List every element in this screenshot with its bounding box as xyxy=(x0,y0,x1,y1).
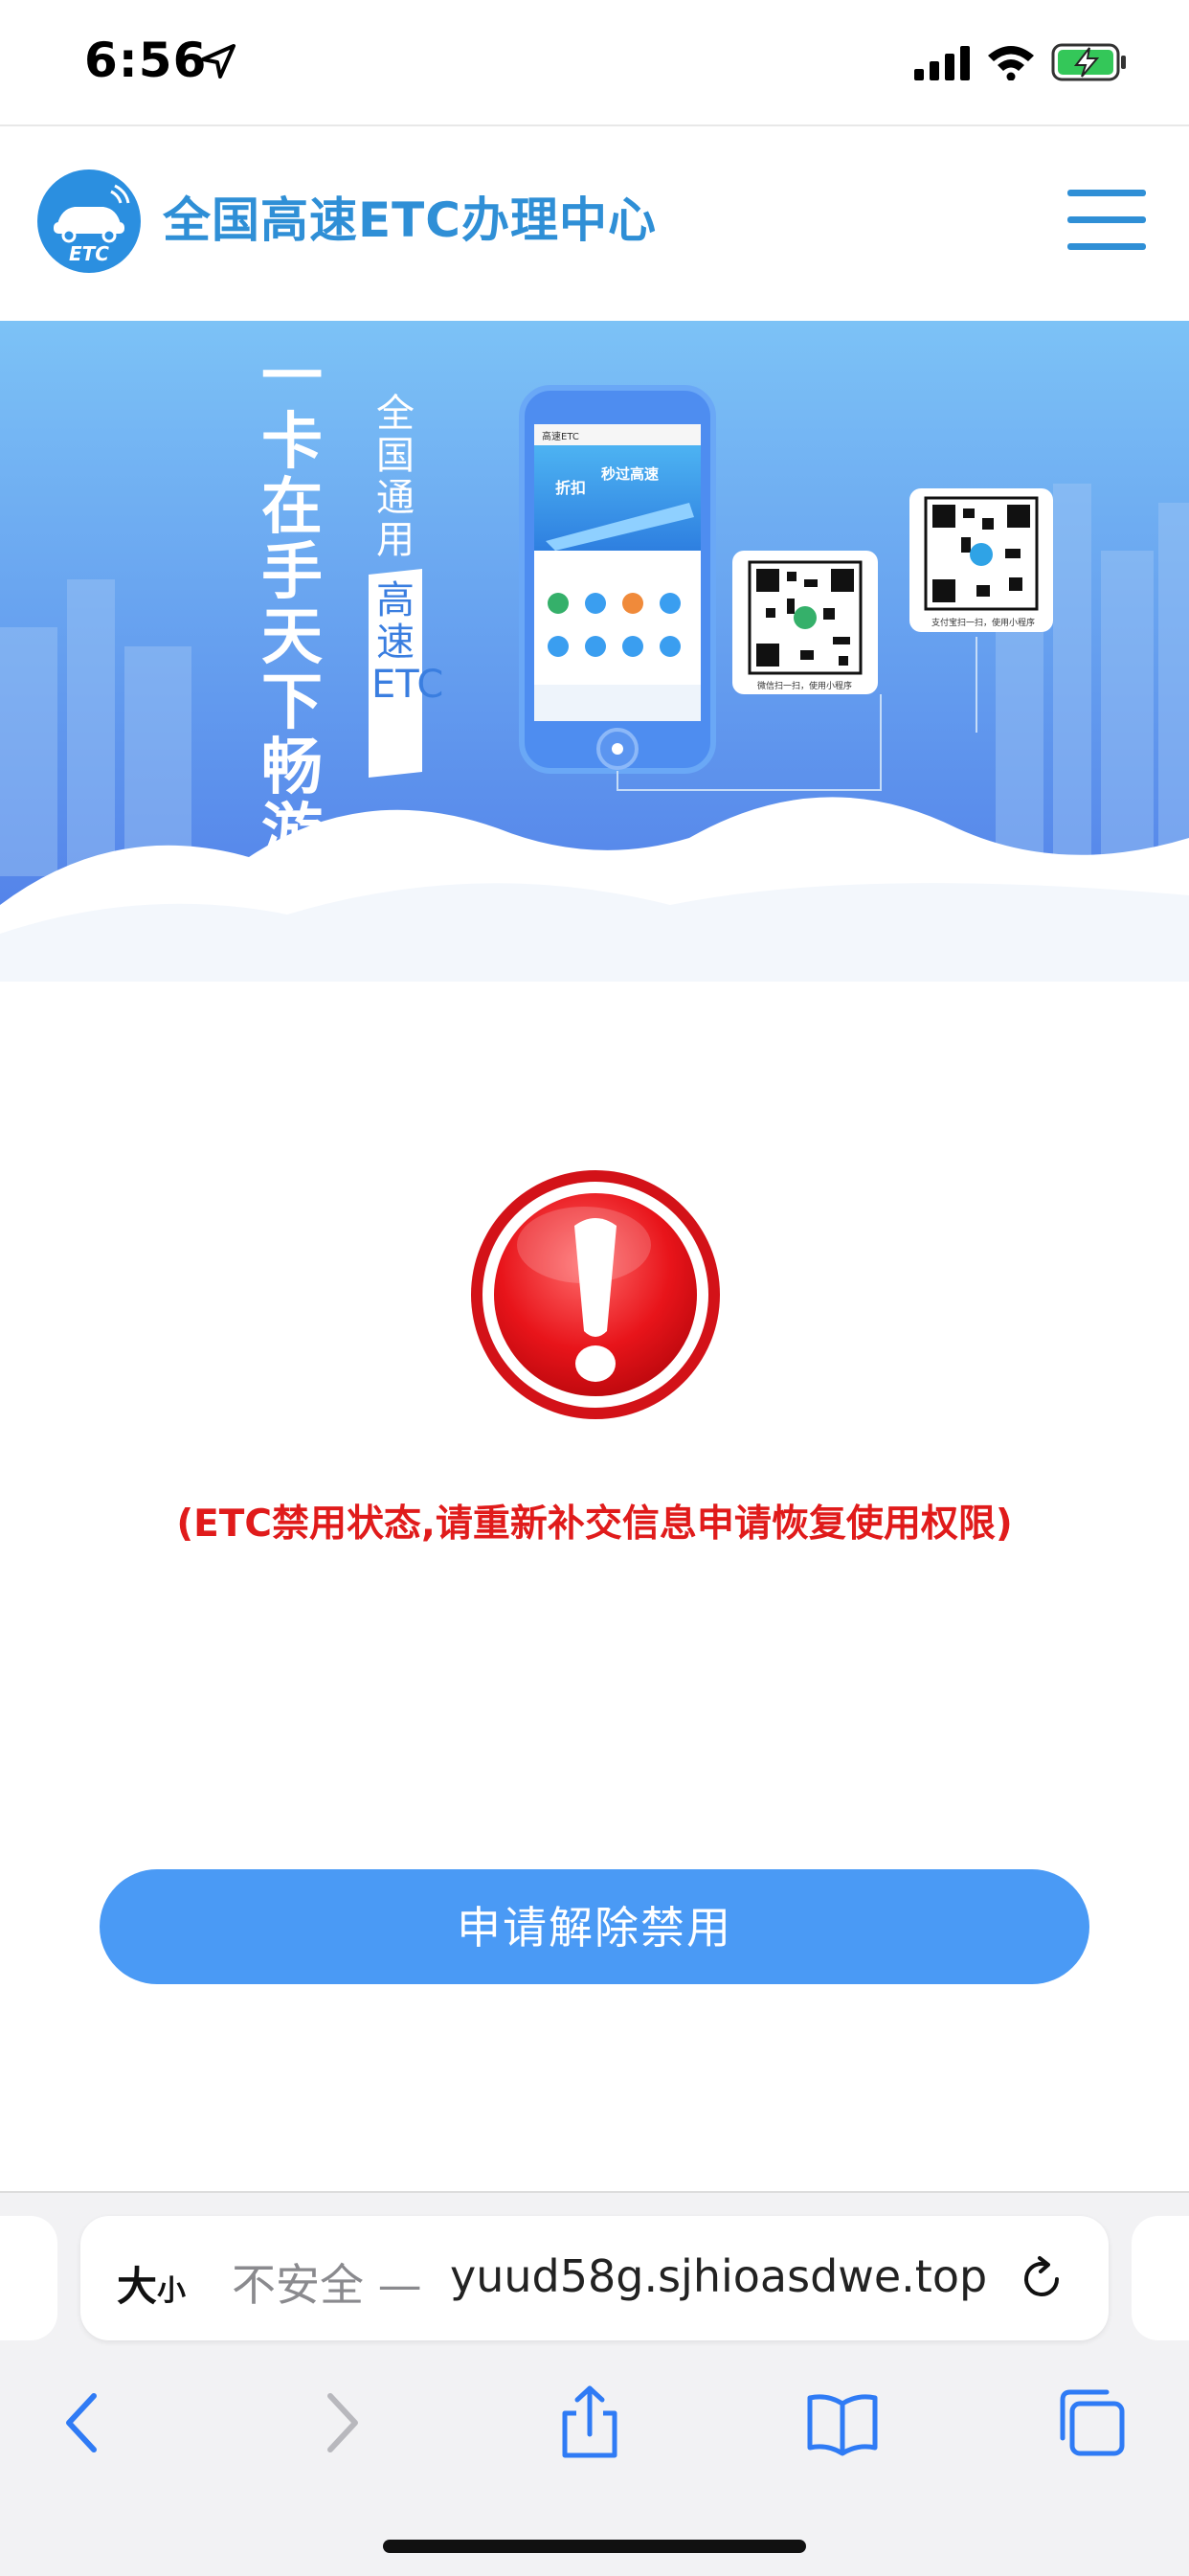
status-time: 6:56 xyxy=(84,33,208,88)
alert-message: (ETC禁用状态,请重新补交信息申请恢复使用权限) xyxy=(176,1503,1013,1546)
logo-text: ETC xyxy=(69,242,109,265)
next-tab-peek[interactable] xyxy=(1132,2216,1189,2340)
request-unban-button[interactable]: 申请解除禁用 xyxy=(100,1869,1089,1984)
banner-slogan-sub-1: 全国通用 xyxy=(376,392,415,562)
qr-card-alipay: 支付宝扫一扫，使用小程序 xyxy=(909,488,1053,632)
cellular-signal-icon xyxy=(914,46,970,80)
address-bar[interactable]: 大小 不安全 — yuud58g.sjhioasdwe.top xyxy=(80,2216,1109,2340)
home-indicator xyxy=(383,2540,806,2553)
text-size-button[interactable]: 大小 xyxy=(117,2254,186,2313)
phone-promo-1: 折扣 xyxy=(555,479,586,497)
tabs-icon[interactable] xyxy=(1053,2384,1130,2461)
forward-icon[interactable] xyxy=(302,2384,378,2461)
location-arrow-icon xyxy=(201,44,236,79)
qr-caption-alipay: 支付宝扫一扫，使用小程序 xyxy=(931,617,1035,628)
etc-logo[interactable]: ETC xyxy=(36,169,142,274)
wifi-icon xyxy=(988,46,1034,80)
phone-app-title: 高速ETC xyxy=(542,430,579,442)
bookmarks-icon[interactable] xyxy=(804,2384,881,2461)
browser-bottom-bar: 大小 不安全 — yuud58g.sjhioasdwe.top xyxy=(0,2191,1189,2576)
site-title[interactable]: 全国高速ETC办理中心 xyxy=(163,182,657,251)
banner-slogan-sub-2: 高速ETC xyxy=(371,578,444,707)
reload-icon[interactable] xyxy=(1017,2254,1066,2304)
qr-caption-wechat: 微信扫一扫，使用小程序 xyxy=(757,680,852,691)
hero-banner: 高速ETC 折扣 秒过高速 微信扫一扫，使用小程序 支付宝扫一扫，使用小程序 一… xyxy=(0,321,1189,982)
phone-promo-2: 秒过高速 xyxy=(601,465,659,483)
share-icon[interactable] xyxy=(551,2384,628,2461)
previous-tab-peek[interactable] xyxy=(0,2216,57,2340)
qr-card-wechat: 微信扫一扫，使用小程序 xyxy=(732,551,878,694)
url-text[interactable]: yuud58g.sjhioasdwe.top xyxy=(450,2250,987,2302)
battery-charging-icon xyxy=(1051,43,1126,81)
not-secure-label: 不安全 — xyxy=(232,2259,422,2311)
status-bar: 6:56 xyxy=(0,0,1189,124)
exclamation-warning-icon xyxy=(471,1170,720,1419)
banner-slogan-main: 一卡在手 天下畅游 xyxy=(261,342,323,869)
phone-illustration: 高速ETC 折扣 秒过高速 xyxy=(519,385,716,774)
hamburger-menu-icon[interactable] xyxy=(1067,190,1146,251)
site-header: ETC 全国高速ETC办理中心 xyxy=(0,124,1189,323)
banner-illustration: 高速ETC 折扣 秒过高速 微信扫一扫，使用小程序 支付宝扫一扫，使用小程序 xyxy=(0,321,1189,982)
browser-toolbar xyxy=(0,2384,1189,2490)
back-icon[interactable] xyxy=(46,2384,123,2461)
